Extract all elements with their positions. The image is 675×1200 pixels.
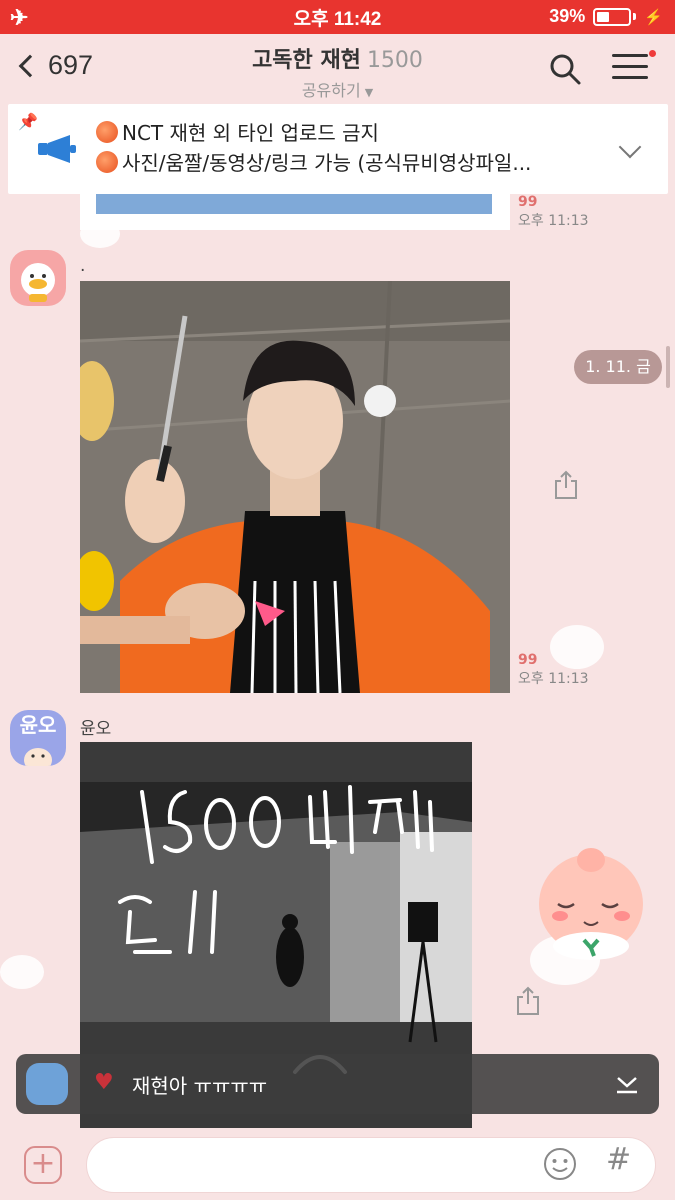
apeach-character-icon: [539, 848, 643, 960]
sender-name: .: [80, 256, 86, 276]
emoticon-icon[interactable]: [542, 1146, 578, 1182]
heart-icon: ♥: [94, 1070, 114, 1095]
megaphone-icon: [38, 135, 76, 163]
photo-message[interactable]: [80, 281, 510, 693]
notification-dot: [649, 50, 656, 57]
character-icon: [24, 748, 52, 766]
menu-icon[interactable]: [612, 50, 656, 84]
duck-character-icon: [21, 263, 55, 302]
unread-count: 99: [518, 194, 538, 210]
avatar[interactable]: [10, 250, 66, 306]
hashtag-icon[interactable]: #: [606, 1142, 631, 1177]
peach-icon: [96, 151, 118, 173]
notice-line-1: NCT 재현 외 타인 업로드 금지: [122, 121, 379, 145]
photo-image: [80, 281, 510, 693]
chevron-down-icon[interactable]: [618, 135, 642, 159]
flower-decoration: [80, 220, 120, 248]
member-count: 1500: [366, 48, 423, 73]
peach-icon: [96, 121, 118, 143]
share-label: 공유하기: [301, 81, 361, 100]
scrollbar[interactable]: [666, 346, 670, 388]
message-time: 오후 11:13: [518, 213, 589, 229]
battery-icon: [593, 7, 632, 26]
scroll-to-bottom-icon[interactable]: [615, 1072, 639, 1096]
share-icon[interactable]: [514, 986, 542, 1016]
date-indicator: 1. 11. 금: [574, 350, 662, 384]
latest-message-preview[interactable]: ♥ 재현아 ㅠㅠㅠㅠ: [16, 1054, 659, 1114]
avatar[interactable]: 윤오: [10, 710, 66, 766]
message-input-bar: + #: [0, 1130, 675, 1200]
battery-percent: 39%: [549, 6, 586, 26]
status-time: 오후 11:42: [293, 8, 382, 30]
avatar: [26, 1063, 68, 1105]
avatar-text: 윤오: [19, 713, 57, 737]
chat-header: 697 고독한 재현 1500 공유하기 ▼: [0, 34, 675, 104]
previous-image-message[interactable]: [80, 194, 510, 230]
share-icon[interactable]: [552, 470, 580, 500]
charging-icon: ⚡: [644, 8, 663, 26]
plus-button[interactable]: +: [24, 1146, 62, 1184]
message-meta: 99 오후 11:13: [518, 194, 589, 230]
notice-line-2: 사진/움짤/동영상/링크 가능 (공식뮤비영상파일...: [122, 151, 532, 175]
notice-banner[interactable]: 📌 NCT 재현 외 타인 업로드 금지 사진/움짤/동영상/링크 가능 (공식…: [8, 104, 668, 194]
flower-decoration: [550, 625, 604, 669]
latest-message-text: 재현아 ㅠㅠㅠㅠ: [132, 1074, 268, 1098]
flower-decoration: [0, 955, 44, 989]
chat-room-name: 고독한 재현: [252, 48, 361, 73]
sender-name: 윤오: [80, 719, 112, 739]
status-bar: ✈ 오후 11:42 39% ⚡: [0, 0, 675, 34]
message-time: 오후 11:13: [518, 671, 589, 687]
search-icon[interactable]: [548, 52, 582, 86]
airplane-icon: ✈: [10, 5, 29, 30]
pin-icon: 📌: [18, 112, 38, 131]
caret-down-icon: ▼: [364, 86, 374, 99]
